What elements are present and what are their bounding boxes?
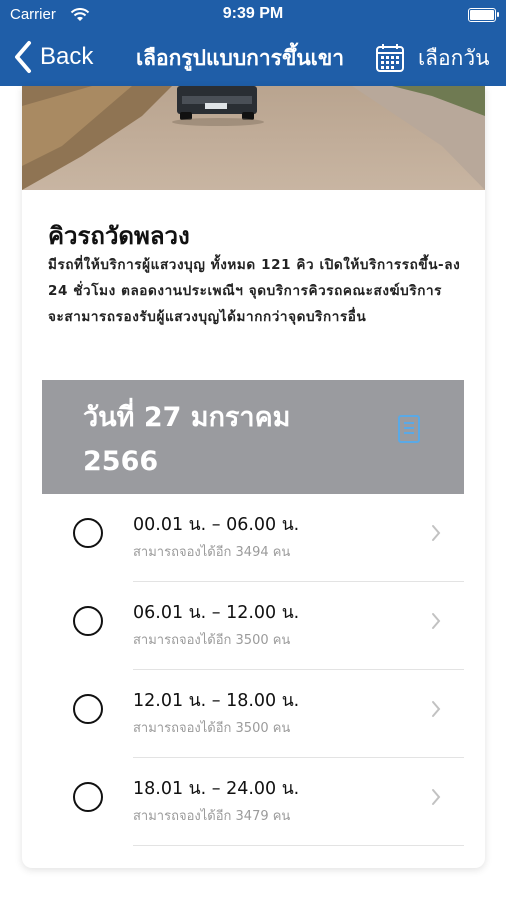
- radio-button[interactable]: [73, 782, 103, 812]
- queue-description: มีรถที่ให้บริการผู้แสวงบุญ ทั้งหมด 121 ค…: [48, 257, 461, 325]
- status-time: 9:39 PM: [222, 5, 284, 22]
- battery-icon: [468, 8, 499, 22]
- radio-button[interactable]: [73, 606, 103, 636]
- back-button[interactable]: Back: [12, 38, 93, 76]
- selected-date: วันที่ 27 มกราคม 2566: [83, 402, 291, 477]
- row-divider: [133, 845, 464, 846]
- chevron-right-icon: [432, 701, 441, 717]
- chevron-left-icon: [15, 41, 31, 73]
- slot-time: 00.01 น. – 06.00 น.: [133, 515, 300, 535]
- calendar-icon[interactable]: [375, 43, 405, 73]
- chevron-right-icon: [432, 525, 441, 541]
- time-slot-row[interactable]: 06.01 น. – 12.00 น. สามารถจองได้อีก 3500…: [22, 582, 485, 670]
- time-slot-row[interactable]: 12.01 น. – 18.00 น. สามารถจองได้อีก 3500…: [22, 670, 485, 758]
- slot-availability: สามารถจองได้อีก 3500 คน: [133, 721, 291, 736]
- slot-availability: สามารถจองได้อีก 3479 คน: [133, 809, 291, 824]
- slot-availability: สามารถจองได้อีก 3494 คน: [133, 545, 291, 560]
- chevron-right-icon: [432, 789, 441, 805]
- queue-title: คิวรถวัดพลวง: [48, 222, 190, 250]
- status-bar: Carrier 9:39 PM: [0, 0, 506, 30]
- time-slot-row[interactable]: 00.01 น. – 06.00 น. สามารถจองได้อีก 3494…: [22, 494, 485, 582]
- navigation-bar: Back เลือกรูปแบบการขึ้นเขา เลือกวัน: [0, 30, 506, 86]
- slot-time: 18.01 น. – 24.00 น.: [133, 779, 300, 799]
- queue-card: คิวรถวัดพลวง มีรถที่ให้บริการผู้แสวงบุญ …: [22, 86, 485, 868]
- radio-button[interactable]: [73, 694, 103, 724]
- slot-time: 06.01 น. – 12.00 น.: [133, 603, 300, 623]
- slot-availability: สามารถจองได้อีก 3500 คน: [133, 633, 291, 648]
- page-title: เลือกรูปแบบการขึ้นเขา: [136, 46, 345, 70]
- top-bar: Carrier 9:39 PM Back เลือกรูปแบบการขึ้นเ…: [0, 0, 506, 86]
- document-icon[interactable]: [397, 414, 421, 444]
- back-label: Back: [40, 43, 94, 70]
- slot-time: 12.01 น. – 18.00 น.: [133, 691, 300, 711]
- time-slot-row[interactable]: 18.01 น. – 24.00 น. สามารถจองได้อีก 3479…: [22, 758, 485, 846]
- date-header: วันที่ 27 มกราคม 2566: [42, 380, 464, 494]
- radio-button[interactable]: [73, 518, 103, 548]
- road-photo: [22, 86, 485, 190]
- date-picker-button[interactable]: เลือกวัน: [418, 42, 490, 75]
- chevron-right-icon: [432, 613, 441, 629]
